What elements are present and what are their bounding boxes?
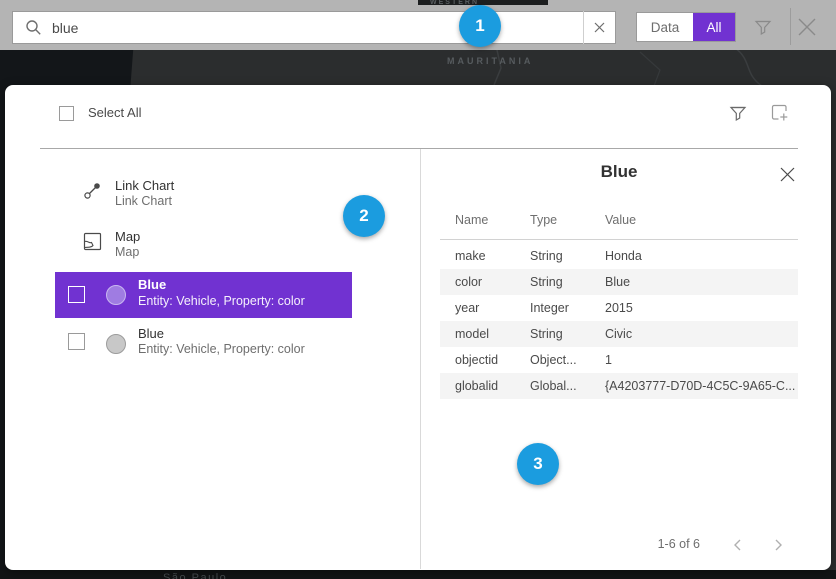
- result-subtitle: Entity: Vehicle, Property: color: [138, 342, 305, 356]
- cell-value: 1: [605, 347, 795, 373]
- details-title: Blue: [440, 162, 798, 182]
- table-row: make String Honda: [440, 243, 798, 269]
- map-label-sao-paulo: São Paulo: [163, 572, 227, 579]
- map-icon: [83, 232, 101, 250]
- cell-type: Integer: [530, 295, 600, 321]
- map-bottom-strip: São Paulo: [0, 570, 836, 579]
- table-row: model String Civic: [440, 321, 798, 347]
- result-subtitle: Link Chart: [115, 194, 172, 208]
- cell-name: year: [455, 295, 525, 321]
- callout-badge-1: 1: [459, 5, 501, 47]
- page-previous-icon[interactable]: [730, 537, 746, 553]
- select-all-checkbox[interactable]: [59, 106, 74, 121]
- details-header-divider: [440, 239, 798, 240]
- result-title: Map: [115, 229, 140, 244]
- filter-icon[interactable]: [752, 16, 774, 38]
- search-clear-icon[interactable]: [583, 11, 615, 44]
- select-all-label: Select All: [88, 105, 141, 120]
- search-toolbar: Data All: [0, 5, 836, 50]
- cell-type: Object...: [530, 347, 600, 373]
- cell-name: make: [455, 243, 525, 269]
- cell-type: String: [530, 243, 600, 269]
- cell-name: model: [455, 321, 525, 347]
- scope-option-all[interactable]: All: [693, 13, 735, 41]
- result-title: Blue: [138, 277, 166, 292]
- cell-name: globalid: [455, 373, 525, 399]
- cell-value: {A4203777-D70D-4C5C-9A65-C...: [605, 373, 795, 399]
- panel-column-divider: [420, 149, 421, 569]
- callout-badge-2: 2: [343, 195, 385, 237]
- table-row: color String Blue: [440, 269, 798, 295]
- cell-value: 2015: [605, 295, 795, 321]
- column-header-value: Value: [605, 213, 636, 227]
- panel-filter-icon[interactable]: [727, 102, 748, 123]
- cell-type: String: [530, 321, 600, 347]
- callout-badge-3: 3: [517, 443, 559, 485]
- search-results-panel: Select All Link Chart Link Chart Map Map…: [5, 85, 831, 570]
- cell-type: String: [530, 269, 600, 295]
- scope-option-data[interactable]: Data: [637, 13, 693, 41]
- panel-header-divider: [40, 148, 798, 149]
- cell-type: Global...: [530, 373, 600, 399]
- result-checkbox[interactable]: [68, 286, 85, 303]
- table-row: objectid Object... 1: [440, 347, 798, 373]
- add-selection-icon[interactable]: [769, 102, 790, 123]
- search-icon: [25, 19, 42, 36]
- table-row: year Integer 2015: [440, 295, 798, 321]
- result-checkbox[interactable]: [68, 333, 85, 350]
- details-close-icon[interactable]: [777, 164, 797, 184]
- result-subtitle: Entity: Vehicle, Property: color: [138, 294, 305, 308]
- cell-name: color: [455, 269, 525, 295]
- result-subtitle: Map: [115, 245, 139, 259]
- search-box[interactable]: [12, 11, 616, 44]
- entity-circle-icon: [106, 334, 126, 354]
- link-chart-icon: [83, 181, 101, 199]
- entity-circle-icon: [106, 285, 126, 305]
- search-input[interactable]: [52, 20, 583, 36]
- cell-value: Honda: [605, 243, 795, 269]
- table-row: globalid Global... {A4203777-D70D-4C5C-9…: [440, 373, 798, 399]
- map-label-mauritania: MAURITANIA: [447, 56, 533, 66]
- scope-toggle: Data All: [636, 12, 736, 42]
- app-window: MAURITANIA São Paulo WESTERN Data All: [0, 0, 836, 579]
- cell-value: Civic: [605, 321, 795, 347]
- pagination-label: 1-6 of 6: [560, 537, 700, 551]
- close-icon[interactable]: [795, 15, 819, 39]
- toolbar-divider: [790, 8, 791, 45]
- result-title: Link Chart: [115, 178, 174, 193]
- cell-name: objectid: [455, 347, 525, 373]
- column-header-type: Type: [530, 213, 557, 227]
- column-header-name: Name: [455, 213, 488, 227]
- result-item-blue-selected[interactable]: Blue Entity: Vehicle, Property: color: [55, 272, 352, 318]
- result-title: Blue: [138, 326, 164, 341]
- cell-value: Blue: [605, 269, 795, 295]
- page-next-icon[interactable]: [770, 537, 786, 553]
